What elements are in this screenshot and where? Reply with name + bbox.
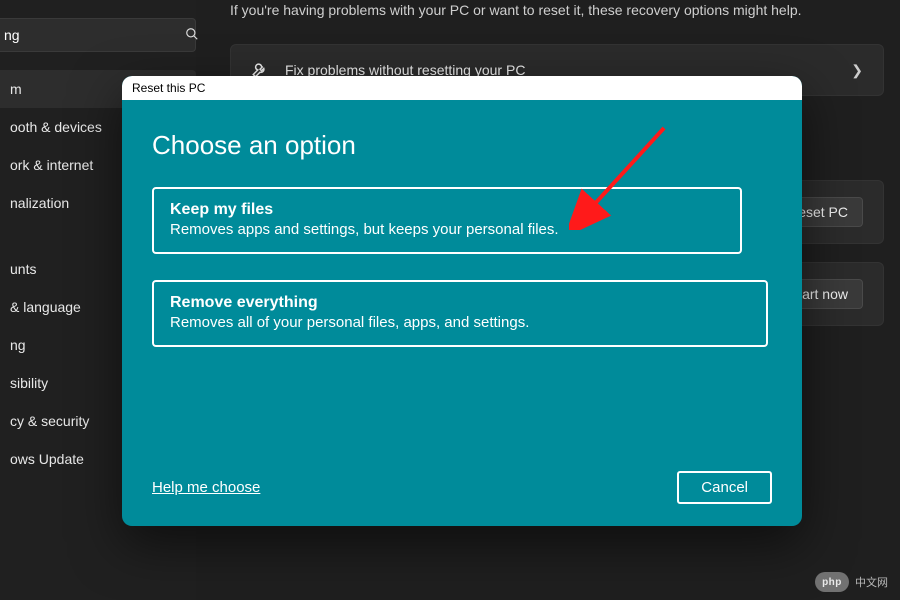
help-me-choose-link[interactable]: Help me choose	[152, 479, 260, 496]
search-box[interactable]	[0, 18, 196, 52]
sidebar-item-label: ork & internet	[10, 157, 93, 173]
sidebar-item-label: sibility	[10, 375, 48, 391]
dialog-body: Choose an option Keep my files Removes a…	[122, 100, 802, 526]
cancel-button[interactable]: Cancel	[677, 471, 772, 504]
option-desc: Removes apps and settings, but keeps you…	[170, 221, 724, 238]
sidebar-item-label: & language	[10, 299, 81, 315]
dialog-heading: Choose an option	[152, 130, 772, 161]
watermark: php 中文网	[815, 572, 888, 592]
search-input[interactable]	[0, 27, 185, 43]
option-desc: Removes all of your personal files, apps…	[170, 314, 750, 331]
option-keep-my-files[interactable]: Keep my files Removes apps and settings,…	[152, 187, 742, 254]
reset-pc-dialog: Reset this PC Choose an option Keep my f…	[122, 76, 802, 526]
dialog-titlebar: Reset this PC	[122, 76, 802, 100]
sidebar-item-label: ows Update	[10, 451, 84, 467]
sidebar-item-label: cy & security	[10, 413, 89, 429]
sidebar-item-label: m	[10, 81, 22, 97]
option-title: Keep my files	[170, 201, 724, 219]
dialog-footer: Help me choose Cancel	[152, 471, 772, 504]
sidebar-item-label: ng	[10, 337, 26, 353]
watermark-logo: php	[815, 572, 849, 592]
sidebar-item-label: unts	[10, 261, 36, 277]
recovery-hint: If you're having problems with your PC o…	[230, 0, 884, 20]
option-title: Remove everything	[170, 294, 750, 312]
option-remove-everything[interactable]: Remove everything Removes all of your pe…	[152, 280, 768, 347]
app-root: { "search": { "value": "ng", "placeholde…	[0, 0, 900, 600]
watermark-text: 中文网	[855, 574, 888, 590]
sidebar-item-label: nalization	[10, 195, 69, 211]
sidebar-item-label: ooth & devices	[10, 119, 102, 135]
dialog-titlebar-text: Reset this PC	[132, 81, 205, 95]
chevron-right-icon: ❯	[851, 62, 863, 79]
